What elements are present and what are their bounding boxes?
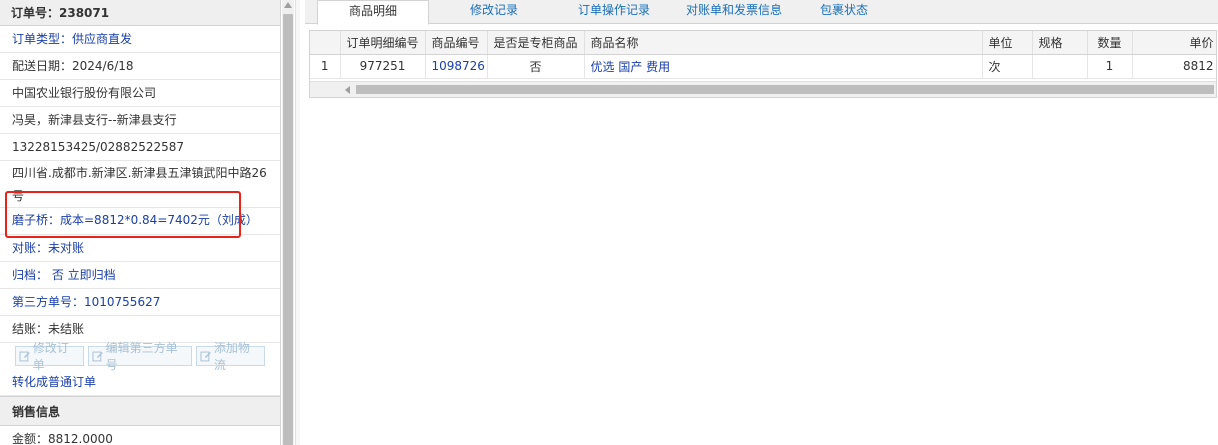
order-number-title: 订单号：238071 [0, 0, 280, 26]
tab-modify-records[interactable]: 修改记录 [429, 0, 559, 24]
delivery-date: 配送日期：2024/6/18 [0, 53, 280, 80]
convert-order-link[interactable]: 转化成普通订单 [0, 369, 280, 396]
left-scrollbar[interactable] [282, 0, 294, 445]
col-price[interactable]: 单价 [1132, 31, 1216, 55]
tab-bar: 商品明细 修改记录 订单操作记录 对账单和发票信息 包裹状态 [305, 0, 1218, 25]
edit-icon [19, 351, 30, 362]
table-row[interactable]: 1 977251 1098726 否 优选 国产 费用 次 1 8812 [310, 54, 1216, 79]
cell-spec [1032, 54, 1088, 79]
tab-operation-records[interactable]: 订单操作记录 [559, 0, 669, 24]
cell-unit: 次 [982, 54, 1033, 79]
col-detail-no[interactable]: 订单明细编号 [340, 31, 426, 55]
third-party-number: 第三方单号：1010755627 [0, 289, 280, 316]
order-action-buttons: 修改订单 编辑第三方单号 添加物流 [0, 341, 280, 372]
col-index [310, 31, 341, 55]
contact-info: 冯昊，新津县支行--新津县支行 [0, 107, 280, 134]
tab-package-status[interactable]: 包裹状态 [799, 0, 889, 24]
scroll-left-icon[interactable] [345, 86, 350, 94]
scroll-thumb[interactable] [283, 14, 293, 445]
scroll-up-icon[interactable] [284, 2, 292, 8]
phone-numbers: 13228153425/02882522587 [0, 134, 280, 161]
edit-icon [200, 351, 211, 362]
edit-icon [92, 351, 103, 362]
col-quantity[interactable]: 数量 [1087, 31, 1133, 55]
col-counter[interactable]: 是否是专柜商品 [487, 31, 585, 55]
tab-product-details[interactable]: 商品明细 [317, 0, 429, 25]
table-header: 订单明细编号 商品编号 是否是专柜商品 商品名称 单位 规格 数量 单价 [310, 31, 1216, 55]
edit-third-party-button[interactable]: 编辑第三方单号 [87, 341, 193, 372]
edit-order-label: 修改订单 [32, 341, 69, 372]
archive-status[interactable]: 归档： 否 立即归档 [0, 262, 280, 289]
cell-product-no[interactable]: 1098726 [425, 54, 488, 79]
cell-counter: 否 [487, 54, 585, 79]
company-name: 中国农业银行股份有限公司 [0, 80, 280, 107]
tab-invoice-info[interactable]: 对账单和发票信息 [669, 0, 799, 24]
sales-info-title: 销售信息 [0, 396, 280, 426]
add-logistics-label: 添加物流 [213, 341, 250, 372]
product-table: 订单明细编号 商品编号 是否是专柜商品 商品名称 单位 规格 数量 单价 1 9… [309, 30, 1217, 98]
add-logistics-button[interactable]: 添加物流 [196, 341, 266, 372]
highlight-box [5, 191, 241, 238]
edit-third-party-label: 编辑第三方单号 [105, 341, 178, 372]
cell-quantity: 1 [1087, 54, 1133, 79]
detail-panel: 商品明细 修改记录 订单操作记录 对账单和发票信息 包裹状态 订单明细编号 商品… [300, 0, 1218, 445]
edit-order-button[interactable]: 修改订单 [15, 341, 84, 372]
cell-price: 8812 [1132, 54, 1216, 79]
col-product-name[interactable]: 商品名称 [584, 31, 983, 55]
cell-index: 1 [310, 54, 341, 79]
reconcile-status: 对账：未对账 [0, 235, 280, 262]
horizontal-scrollbar[interactable] [310, 81, 1216, 97]
col-product-no[interactable]: 商品编号 [425, 31, 488, 55]
amount: 金额：8812.0000 [0, 426, 280, 445]
col-unit[interactable]: 单位 [982, 31, 1033, 55]
order-type: 订单类型：供应商直发 [0, 26, 280, 53]
horizontal-scroll-thumb[interactable] [356, 85, 1214, 94]
tab-spacer [305, 0, 317, 24]
cell-detail-no: 977251 [340, 54, 426, 79]
col-spec[interactable]: 规格 [1032, 31, 1088, 55]
cell-product-name[interactable]: 优选 国产 费用 [584, 54, 983, 79]
